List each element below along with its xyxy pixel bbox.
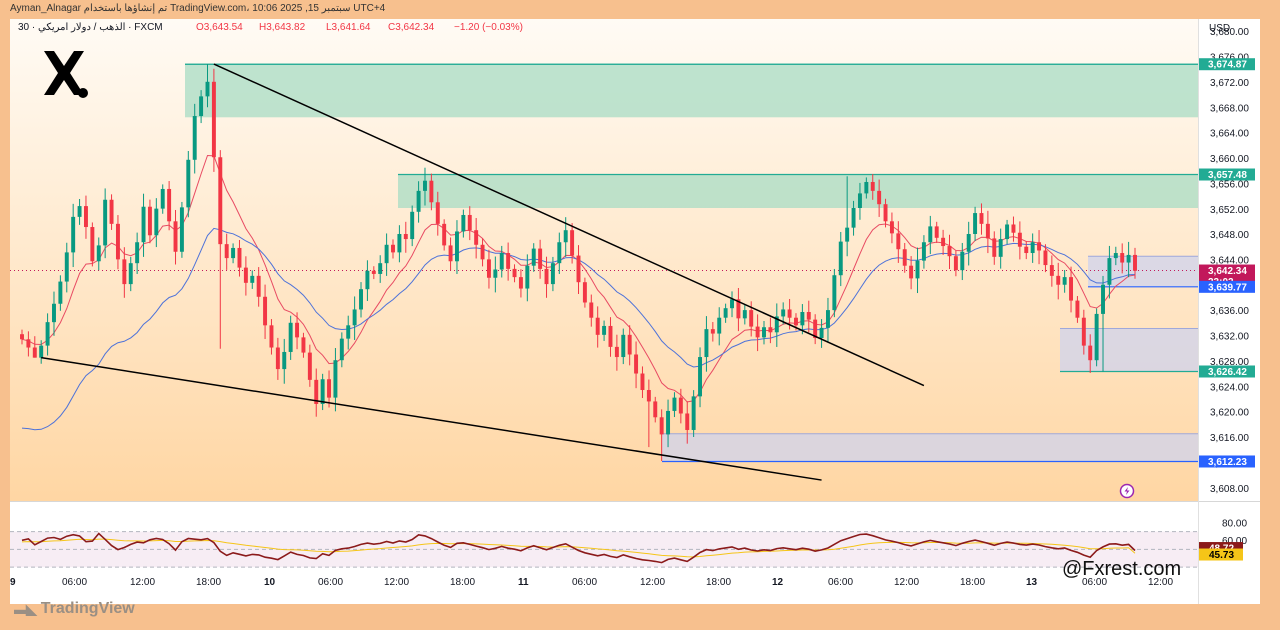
price-tick-label: 3,652.00: [1210, 205, 1249, 216]
price-tick-label: 3,636.00: [1210, 306, 1249, 317]
price-axis-label: 3,657.48: [1199, 168, 1255, 181]
candle[interactable]: [1094, 308, 1099, 367]
time-tick-label: 06:00: [62, 577, 87, 588]
rsi-axis: 80.0060.0048.7245.73: [1199, 518, 1247, 561]
time-tick-label: 06:00: [318, 577, 343, 588]
zone-supply[interactable]: [398, 174, 1198, 208]
time-tick-label: 12: [772, 577, 784, 588]
price-tick-label: 3,656.00: [1210, 179, 1249, 190]
chart-caption: Ayman_Alnagar تم إنشاؤها باستخدام Tradin…: [10, 3, 386, 14]
price-axis-label-text: 3,642.34: [1208, 266, 1247, 277]
legend-change: −1.20 (−0.03%): [454, 22, 523, 33]
currency-label: USD: [1209, 23, 1230, 34]
price-tick-label: 3,648.00: [1210, 230, 1249, 241]
time-tick-label: 18:00: [706, 577, 731, 588]
price-axis-label-text: 3,657.48: [1208, 170, 1247, 181]
zone-supply[interactable]: [185, 64, 1198, 118]
price-tick-label: 3,668.00: [1210, 103, 1249, 114]
fxrest-watermark: @Fxrest.com: [1062, 558, 1182, 580]
price-axis-label: 3,612.23: [1199, 455, 1255, 468]
rsi-layer: [10, 531, 1198, 568]
time-axis[interactable]: 9 06:00 12:00 18:00 10 06:00 12:00 18:00 11 06:00…: [10, 577, 1173, 588]
price-tick-label: 3,624.00: [1210, 382, 1249, 393]
candle[interactable]: [186, 151, 191, 218]
time-tick-label: 18:00: [196, 577, 221, 588]
price-tick-label: 3,608.00: [1210, 484, 1249, 495]
time-tick-label: 06:00: [828, 577, 853, 588]
price-axis-label: 3,674.87: [1199, 58, 1255, 71]
tradingview-logo: ▬◣ TradingView: [14, 600, 135, 618]
rsi-value-label-text: 45.73: [1209, 550, 1234, 561]
time-tick-label: 12:00: [640, 577, 665, 588]
legend-high: H3,643.82: [259, 22, 306, 33]
legend-low: L3,641.64: [326, 22, 371, 33]
time-tick-label: 11: [518, 577, 529, 588]
time-tick-label: 12:00: [130, 577, 155, 588]
price-axis-label-text: 3,612.23: [1208, 457, 1247, 468]
rsi-value-label: 45.73: [1199, 548, 1243, 561]
price-tick-label: 3,632.00: [1210, 332, 1249, 343]
lightning-icon[interactable]: [1119, 483, 1135, 499]
price-axis-label-text: 3,639.77: [1208, 282, 1247, 293]
time-tick-label: 12:00: [894, 577, 919, 588]
time-tick-label: 10: [264, 577, 276, 588]
price-tick-label: 3,620.00: [1210, 408, 1249, 419]
price-tick-label: 3,616.00: [1210, 433, 1249, 444]
candle[interactable]: [211, 68, 216, 172]
price-axis-label: 3,626.42: [1199, 365, 1255, 378]
price-axis-label-text: 3,626.42: [1208, 367, 1247, 378]
chart-canvas[interactable]: 3,608.003,612.003,616.003,620.003,624.00…: [10, 19, 1260, 604]
legend-open: O3,643.54: [196, 22, 243, 33]
rsi-tick-label: 80.00: [1222, 518, 1247, 529]
chart-frame[interactable]: 3,608.003,612.003,616.003,620.003,624.00…: [10, 19, 1260, 604]
tradingview-logo-text: TradingView: [40, 600, 135, 617]
price-axis-label-text: 3,674.87: [1208, 60, 1247, 71]
time-tick-label: 9: [10, 577, 16, 588]
time-tick-label: 18:00: [450, 577, 475, 588]
legend-symbol: 30 · الذهب / دولار امريكي · FXCM: [18, 22, 163, 33]
legend-close: C3,642.34: [388, 22, 435, 33]
candle[interactable]: [179, 201, 184, 258]
zone-range[interactable]: [662, 433, 1198, 462]
time-tick-label: 06:00: [572, 577, 597, 588]
price-tick-label: 3,660.00: [1210, 154, 1249, 165]
price-tick-label: 3,672.00: [1210, 78, 1249, 89]
price-axis-label: 3,639.77: [1199, 280, 1255, 293]
candle[interactable]: [90, 222, 95, 267]
candle[interactable]: [832, 268, 837, 318]
time-tick-label: 13: [1026, 577, 1038, 588]
price-tick-label: 3,664.00: [1210, 129, 1249, 140]
price-axis[interactable]: 3,608.003,612.003,616.003,620.003,624.00…: [1210, 27, 1249, 495]
time-tick-label: 18:00: [960, 577, 985, 588]
time-tick-label: 12:00: [384, 577, 409, 588]
price-axis-label: 3,642.34: [1199, 264, 1255, 277]
tradingview-mark-icon: ▬◣: [14, 600, 37, 617]
zone-range[interactable]: [1060, 328, 1198, 372]
